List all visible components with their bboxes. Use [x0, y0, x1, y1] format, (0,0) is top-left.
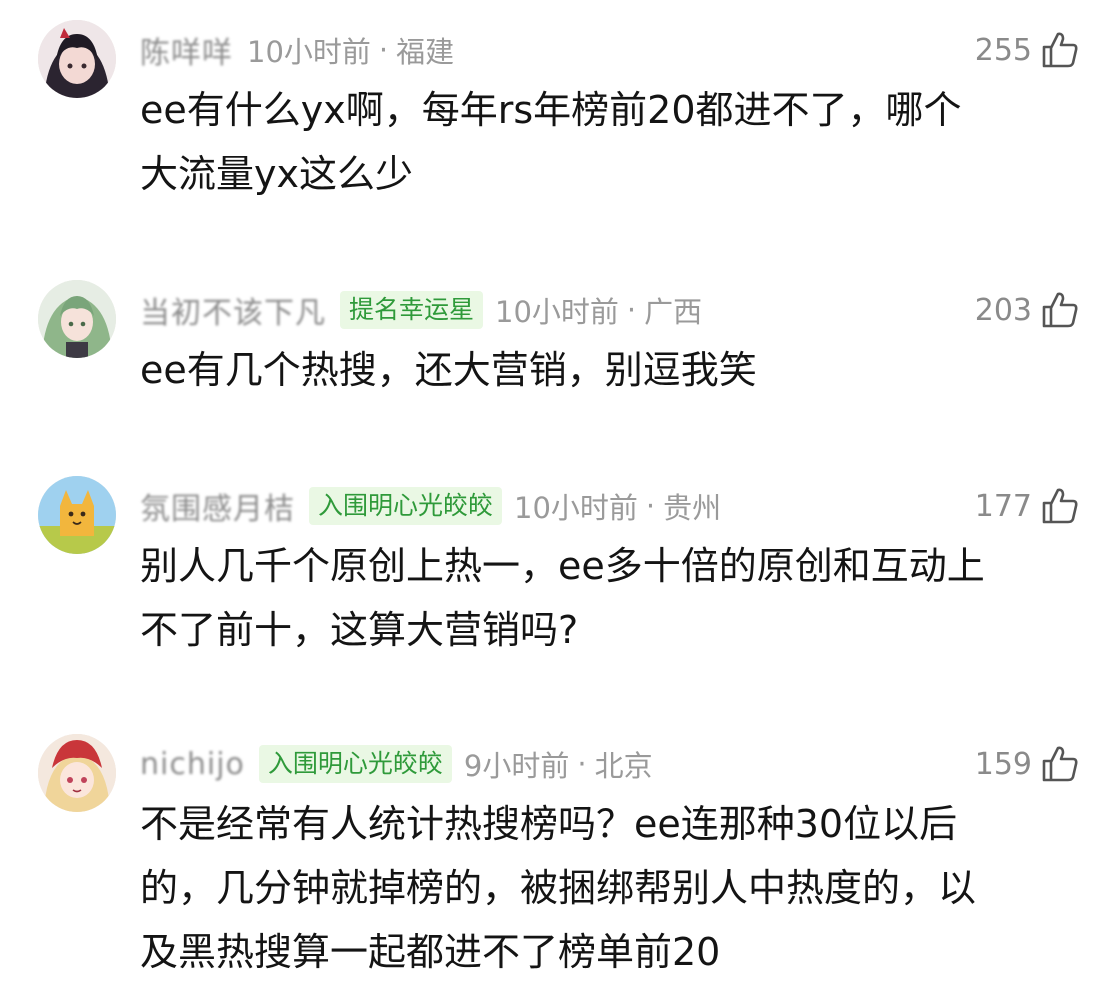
- thumbs-up-icon[interactable]: [1040, 290, 1080, 330]
- comment-meta: nichijo 入围明心光皎皎 9小时前 · 北京: [140, 744, 653, 784]
- comment-time: 10小时前: [247, 35, 371, 69]
- user-badge[interactable]: 提名幸运星: [340, 291, 484, 329]
- like-button[interactable]: 159: [975, 742, 1080, 786]
- like-count: 177: [974, 488, 1032, 524]
- like-button[interactable]: 177: [975, 484, 1080, 528]
- username[interactable]: 氛围感月桔: [140, 484, 295, 528]
- comment-meta: 氛围感月桔 入围明心光皎皎 10小时前 · 贵州: [140, 484, 722, 528]
- comment-time: 9小时前: [463, 749, 570, 783]
- user-badge[interactable]: 入围明心光皎皎: [309, 487, 503, 525]
- like-count: 255: [974, 32, 1032, 68]
- user-badge[interactable]: 入围明心光皎皎: [258, 745, 452, 783]
- like-button[interactable]: 203: [975, 288, 1080, 332]
- separator-dot: ·: [577, 747, 587, 781]
- avatar[interactable]: [38, 20, 116, 98]
- avatar[interactable]: [38, 476, 116, 554]
- avatar[interactable]: [38, 734, 116, 812]
- comment-time: 10小时前: [514, 491, 638, 525]
- like-count: 203: [974, 292, 1032, 328]
- comment-location: 福建: [396, 35, 455, 69]
- thumbs-up-icon[interactable]: [1040, 486, 1080, 526]
- avatar-image: [38, 476, 116, 554]
- comment-text: ee有什么yx啊，每年rs年榜前20都进不了，哪个 大流量yx这么少: [140, 88, 962, 196]
- comment-text: ee有几个热搜，还大营销，别逗我笑: [140, 348, 757, 392]
- separator-dot: ·: [378, 33, 389, 67]
- avatar-image: [38, 20, 116, 98]
- comment-meta: 当初不该下凡 提名幸运星 10小时前 · 广西: [140, 288, 703, 332]
- like-button[interactable]: 255: [975, 28, 1080, 72]
- thumbs-up-icon[interactable]: [1040, 30, 1080, 70]
- username[interactable]: nichijo: [140, 747, 245, 782]
- comment-meta: 陈咩咩 10小时前 · 福建: [140, 28, 455, 72]
- username[interactable]: 陈咩咩: [140, 28, 233, 72]
- avatar-image: [38, 734, 116, 812]
- username[interactable]: 当初不该下凡: [140, 288, 326, 332]
- comment-location: 贵州: [663, 491, 722, 525]
- comment-location: 广西: [644, 295, 703, 329]
- thumbs-up-icon[interactable]: [1040, 744, 1080, 784]
- separator-dot: ·: [626, 293, 637, 327]
- comment-location: 北京: [594, 749, 653, 783]
- comment-time: 10小时前: [495, 295, 619, 329]
- avatar-image: [38, 280, 116, 358]
- separator-dot: ·: [645, 489, 656, 523]
- like-count: 159: [974, 746, 1032, 782]
- comment-text: 不是经常有人统计热搜榜吗？ee连那种30位以后 的，几分钟就掉榜的，被捆绑帮别人…: [140, 802, 977, 974]
- avatar[interactable]: [38, 280, 116, 358]
- comment-text: 别人几千个原创上热一，ee多十倍的原创和互动上 不了前十，这算大营销吗?: [140, 544, 985, 652]
